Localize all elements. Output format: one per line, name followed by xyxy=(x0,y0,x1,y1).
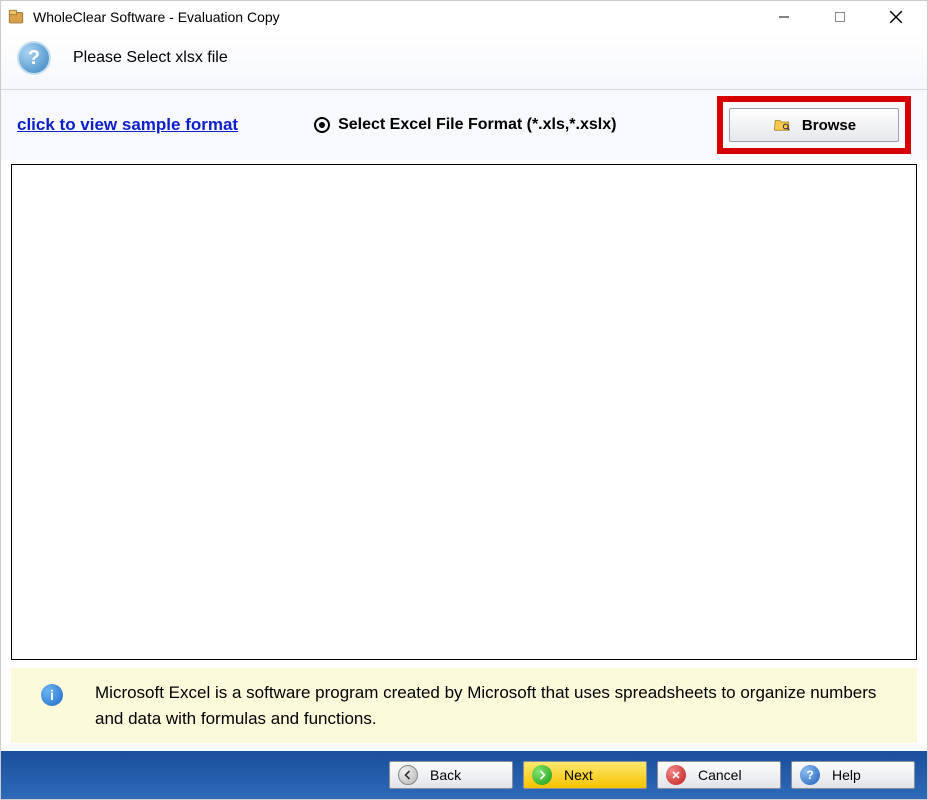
instruction-text: Please Select xlsx file xyxy=(73,49,228,67)
close-button[interactable] xyxy=(881,3,911,31)
info-bar: i Microsoft Excel is a software program … xyxy=(11,668,917,743)
application-window: WholeClear Software - Evaluation Copy ? … xyxy=(0,0,928,800)
sample-format-link[interactable]: click to view sample format xyxy=(17,115,238,135)
file-content-area xyxy=(11,164,917,660)
window-controls xyxy=(769,3,921,31)
help-question-icon: ? xyxy=(800,765,820,785)
browse-button-label: Browse xyxy=(802,117,856,134)
back-button[interactable]: Back xyxy=(389,761,513,789)
browse-highlight-box: Browse xyxy=(717,96,911,154)
arrow-right-icon xyxy=(532,765,552,785)
question-icon: ? xyxy=(17,41,51,75)
next-button[interactable]: Next xyxy=(523,761,647,789)
back-button-label: Back xyxy=(430,767,461,783)
window-title: WholeClear Software - Evaluation Copy xyxy=(33,9,280,25)
folder-search-icon xyxy=(772,116,792,134)
cancel-button[interactable]: Cancel xyxy=(657,761,781,789)
minimize-button[interactable] xyxy=(769,3,799,31)
cancel-x-icon xyxy=(666,765,686,785)
app-icon xyxy=(7,8,25,26)
help-button-label: Help xyxy=(832,767,861,783)
info-text: Microsoft Excel is a software program cr… xyxy=(95,680,897,731)
info-icon: i xyxy=(41,684,63,706)
titlebar: WholeClear Software - Evaluation Copy xyxy=(1,1,927,33)
instruction-header: ? Please Select xlsx file xyxy=(1,33,927,90)
radio-label: Select Excel File Format (*.xls,*.xslx) xyxy=(338,116,616,134)
browse-button[interactable]: Browse xyxy=(729,108,899,142)
help-button[interactable]: ? Help xyxy=(791,761,915,789)
arrow-left-icon xyxy=(398,765,418,785)
cancel-button-label: Cancel xyxy=(698,767,742,783)
options-row: click to view sample format Select Excel… xyxy=(1,90,927,160)
next-button-label: Next xyxy=(564,767,593,783)
maximize-button[interactable] xyxy=(825,3,855,31)
wizard-footer: Back Next Cancel ? Help xyxy=(1,751,927,799)
radio-selected-icon xyxy=(314,117,330,133)
file-format-radio[interactable]: Select Excel File Format (*.xls,*.xslx) xyxy=(314,116,616,134)
